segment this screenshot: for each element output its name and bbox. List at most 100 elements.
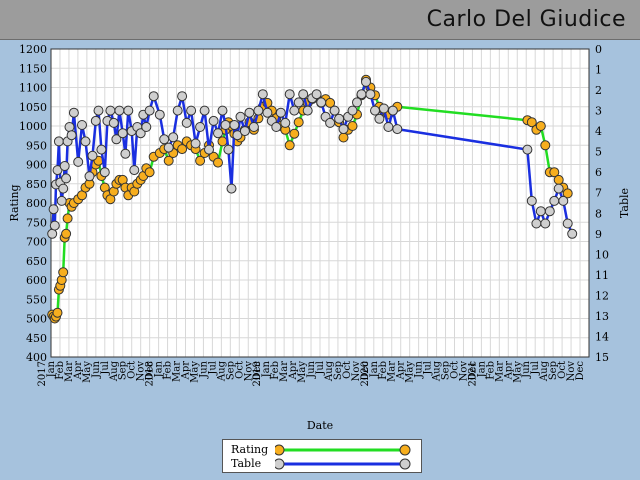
- table-point: [48, 204, 59, 215]
- table-point: [186, 105, 197, 116]
- rating-point: [52, 307, 63, 318]
- table-point: [223, 144, 234, 155]
- legend-swatch-rating: [275, 444, 411, 456]
- x-year-label: 2019: [252, 361, 263, 386]
- player-name: Carlo Del Giudice: [426, 7, 626, 32]
- y-left-tick-label: 500: [26, 313, 47, 326]
- table-point: [56, 195, 67, 206]
- table-point: [383, 122, 394, 132]
- table-point: [352, 97, 362, 108]
- table-point: [163, 142, 174, 153]
- table-point: [522, 144, 533, 155]
- table-point: [66, 130, 77, 141]
- table-point: [562, 218, 573, 229]
- rating-point: [535, 121, 546, 131]
- y-right-tick-label: 8: [595, 207, 602, 220]
- table-point: [347, 105, 358, 116]
- table-point: [356, 89, 367, 100]
- x-year-label: 2021: [467, 361, 478, 386]
- chart-legend: Rating Table: [222, 439, 422, 473]
- table-point: [526, 195, 537, 206]
- table-point: [47, 228, 58, 239]
- table-point: [275, 107, 286, 118]
- y-left-axis-title: Rating: [8, 184, 21, 221]
- table-point: [108, 117, 119, 128]
- legend-label-rating: Rating: [231, 443, 269, 456]
- table-point: [220, 120, 231, 130]
- table-point: [316, 97, 327, 108]
- y-right-tick-label: 6: [595, 166, 602, 179]
- table-point: [387, 105, 398, 116]
- table-point: [154, 109, 165, 120]
- table-point: [226, 183, 237, 194]
- table-point: [298, 89, 309, 100]
- table-point: [213, 128, 223, 139]
- table-point: [338, 124, 349, 135]
- rating-point: [293, 117, 304, 128]
- table-point: [64, 122, 75, 132]
- table-point: [334, 113, 345, 124]
- table-point: [114, 105, 125, 116]
- table-point: [49, 220, 60, 231]
- table-point: [544, 206, 555, 217]
- y-right-axis-title: Table: [618, 188, 631, 218]
- table-point: [117, 128, 128, 139]
- table-point: [244, 107, 255, 118]
- table-point: [73, 156, 84, 167]
- y-right-tick-label: 11: [595, 269, 609, 282]
- x-tick-label: Dec: [575, 361, 586, 381]
- table-point: [553, 183, 564, 194]
- legend-item-table: Table: [223, 457, 421, 471]
- table-point: [370, 105, 380, 116]
- rating-point: [144, 167, 155, 178]
- y-right-tick-label: 4: [595, 125, 602, 138]
- y-right-tick-label: 13: [595, 310, 609, 323]
- table-point: [190, 138, 201, 149]
- y-left-tick-label: 650: [26, 255, 47, 268]
- table-point: [284, 89, 295, 100]
- table-point: [378, 103, 389, 114]
- x-year-label: 2020: [360, 361, 371, 386]
- table-point: [289, 105, 300, 116]
- y-left-tick-label: 1050: [19, 101, 47, 114]
- table-point: [123, 105, 134, 116]
- table-point: [195, 122, 206, 132]
- table-point: [199, 105, 210, 116]
- y-left-tick-label: 700: [26, 236, 47, 249]
- table-point: [53, 136, 64, 147]
- table-point: [262, 107, 273, 118]
- y-left-tick-label: 750: [26, 216, 47, 229]
- y-right-tick-label: 12: [595, 289, 609, 302]
- table-point: [120, 148, 131, 159]
- table-point: [61, 173, 72, 184]
- table-point: [361, 76, 371, 87]
- table-point: [204, 144, 214, 155]
- table-point: [172, 105, 183, 116]
- y-right-tick-label: 10: [595, 248, 609, 261]
- y-right-tick-label: 3: [595, 105, 602, 118]
- table-point: [239, 126, 250, 137]
- table-point: [148, 91, 159, 102]
- y-left-tick-label: 1200: [19, 43, 47, 56]
- table-point: [549, 195, 560, 206]
- table-point: [58, 183, 69, 194]
- table-point: [87, 150, 98, 161]
- rating-point: [217, 136, 228, 147]
- y-right-tick-label: 0: [595, 43, 602, 56]
- table-point: [77, 120, 87, 130]
- table-point: [374, 113, 385, 124]
- rating-point: [61, 228, 72, 239]
- y-right-tick-label: 15: [595, 351, 609, 364]
- x-axis-title: Date: [307, 419, 333, 432]
- table-point: [144, 105, 155, 116]
- table-point: [567, 228, 578, 239]
- rating-table-chart: 4004505005506006507007508008509009501000…: [8, 43, 631, 432]
- table-point: [59, 161, 70, 171]
- table-point: [257, 89, 268, 100]
- legend-swatch-table: [275, 458, 411, 470]
- table-point: [329, 105, 340, 116]
- table-point: [392, 124, 403, 135]
- rating-point: [213, 157, 223, 168]
- y-right-tick-label: 14: [595, 330, 609, 343]
- table-point: [302, 105, 313, 116]
